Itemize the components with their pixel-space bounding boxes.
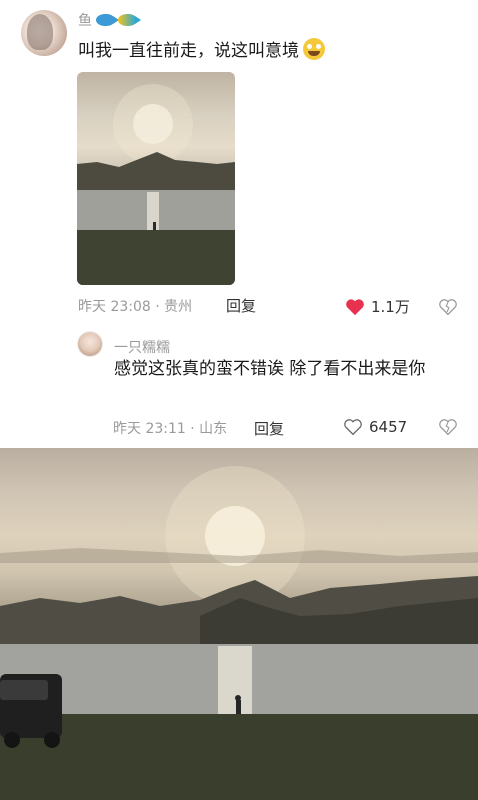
reply-reply-button[interactable]: 回复	[254, 418, 284, 439]
author-name[interactable]: 鱼	[78, 10, 92, 30]
reply-timestamp: 昨天 23:11 · 山东	[113, 421, 228, 437]
reply-author-name[interactable]: 一只糯糯	[114, 337, 170, 357]
reply-avatar[interactable]	[77, 331, 103, 357]
comment-author[interactable]: 鱼	[78, 10, 141, 30]
reply-like-button[interactable]: 6457	[343, 418, 407, 436]
heart-outline-icon	[344, 419, 362, 436]
comment-body: 叫我一直往前走，说这叫意境	[78, 36, 325, 61]
fish-yellow-icon	[118, 14, 141, 26]
sunset-lake-photo-large	[0, 466, 478, 800]
broken-heart-icon[interactable]	[438, 298, 458, 316]
avatar[interactable]	[21, 10, 67, 56]
broken-heart-icon[interactable]	[438, 418, 458, 436]
grinning-emoji-icon	[303, 37, 325, 60]
reply-like-count: 6457	[369, 418, 408, 436]
car	[0, 674, 62, 748]
reply-button[interactable]: 回复	[226, 295, 256, 316]
sunset-lake-photo	[77, 84, 235, 285]
heart-filled-icon	[346, 298, 364, 315]
like-button[interactable]: 1.1万	[345, 296, 410, 317]
expanded-image[interactable]	[0, 448, 478, 800]
reply-text: 感觉这张真的蛮不错诶 除了看不出来是你	[114, 359, 426, 379]
like-count: 1.1万	[371, 298, 410, 316]
fish-blue-icon	[96, 14, 119, 26]
comment-text: 叫我一直往前走，说这叫意境	[78, 41, 299, 61]
comment-timestamp: 昨天 23:08 · 贵州	[78, 299, 193, 315]
comment-image[interactable]	[77, 72, 235, 285]
